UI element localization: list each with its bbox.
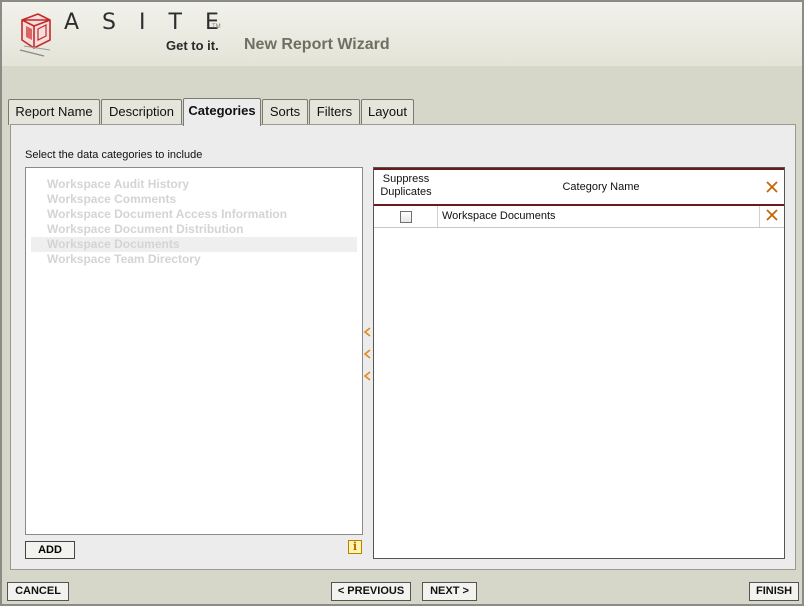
list-item[interactable]: Workspace Document Access Information <box>31 207 357 222</box>
asite-logo-icon <box>19 13 51 57</box>
finish-button[interactable]: FINISH <box>749 582 799 601</box>
cancel-button[interactable]: CANCEL <box>7 582 69 601</box>
suppress-duplicates-checkbox[interactable] <box>400 211 412 223</box>
add-button[interactable]: ADD <box>25 541 75 559</box>
remove-row-icon[interactable] <box>766 209 778 221</box>
tab-filters[interactable]: Filters <box>309 99 360 125</box>
tab-report-name[interactable]: Report Name <box>8 99 100 125</box>
info-icon[interactable]: i <box>348 540 362 554</box>
tab-sorts[interactable]: Sorts <box>262 99 308 125</box>
header-bar: ASITE TM Get to it. New Report Wizard <box>2 2 802 66</box>
tab-description[interactable]: Description <box>101 99 182 125</box>
category-name-header: Category Name <box>562 181 640 193</box>
category-name-cell: Workspace Documents <box>442 210 556 222</box>
table-header: Suppress Duplicates Category Name <box>374 168 784 206</box>
instruction-label: Select the data categories to include <box>25 149 203 161</box>
wizard-window: ASITE TM Get to it. New Report Wizard Re… <box>0 0 804 606</box>
list-item[interactable]: Workspace Team Directory <box>31 252 357 267</box>
header-band <box>2 66 802 96</box>
move-left-arrow-icon[interactable] <box>363 371 371 381</box>
next-button[interactable]: NEXT > <box>422 582 477 601</box>
selected-categories-table: Suppress Duplicates Category Name Worksp… <box>373 167 785 559</box>
move-left-arrow-icon[interactable] <box>363 349 371 359</box>
table-row: Workspace Documents <box>374 206 784 228</box>
remove-all-icon[interactable] <box>766 181 778 193</box>
logo-wordmark: ASITE <box>64 10 242 35</box>
list-item[interactable]: Workspace Comments <box>31 192 357 207</box>
trademark-mark: TM <box>212 24 221 30</box>
list-item[interactable]: Workspace Documents <box>31 237 357 252</box>
suppress-duplicates-header: Suppress Duplicates <box>380 173 432 198</box>
move-left-arrow-icon[interactable] <box>363 327 371 337</box>
tab-categories[interactable]: Categories <box>183 98 261 126</box>
suppress-cell <box>374 206 438 227</box>
tab-layout[interactable]: Layout <box>361 99 414 125</box>
previous-button[interactable]: < PREVIOUS <box>331 582 411 601</box>
logo-tagline: Get to it. <box>166 38 219 53</box>
list-item[interactable]: Workspace Document Distribution <box>31 222 357 237</box>
list-item[interactable]: Workspace Audit History <box>31 177 357 192</box>
remove-cell <box>759 206 784 227</box>
available-categories-list[interactable]: Workspace Audit History Workspace Commen… <box>25 167 363 535</box>
page-title: New Report Wizard <box>244 36 390 53</box>
categories-panel: Select the data categories to include Wo… <box>10 124 796 570</box>
